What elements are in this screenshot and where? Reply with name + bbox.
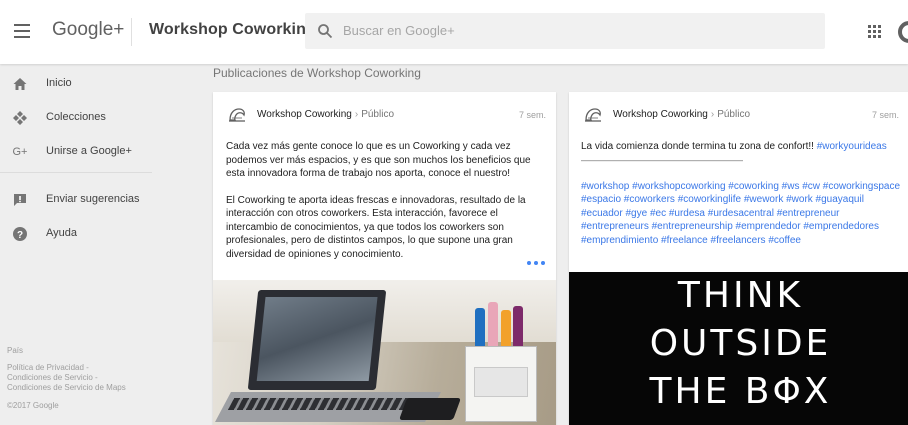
sidebar-item-ayuda[interactable]: ? Ayuda — [0, 220, 165, 248]
hashtag-link[interactable]: #workyourideas — [817, 141, 887, 152]
post-text: La vida comienza donde termina tu zona d… — [581, 140, 907, 247]
privacy-link[interactable]: Política de Privacidad - — [7, 363, 89, 373]
sidebar-item-unirse[interactable]: G+ Unirse a Google+ — [0, 138, 165, 166]
hashtag-list[interactable]: #workshop #workshopcoworking #coworking … — [581, 180, 907, 248]
sidebar-item-label: Inicio — [46, 77, 72, 89]
keyboard-illustration — [227, 398, 425, 410]
section-title: Publicaciones de Workshop Coworking — [213, 66, 421, 80]
home-icon — [13, 78, 27, 90]
post-card: Workshop Coworking › Público 7 sem. La vid… — [569, 92, 908, 425]
post-text: Cada vez más gente conoce lo que es un C… — [226, 140, 544, 274]
sidebar-item-colecciones[interactable]: Colecciones — [0, 104, 165, 132]
pen-illustration — [488, 302, 498, 352]
post-card: Workshop Coworking › Público 7 sem. Cada v… — [213, 92, 556, 425]
visibility-separator: › — [710, 109, 715, 120]
menu-icon[interactable] — [14, 24, 30, 38]
sidebar-item-label: Ayuda — [46, 227, 77, 239]
author-name[interactable]: Workshop Coworking — [613, 109, 708, 120]
laptop-illustration — [247, 290, 387, 390]
google-plus-logo[interactable]: Google+ — [52, 19, 124, 41]
sidebar-item-sugerencias[interactable]: Enviar sugerencias — [0, 186, 165, 214]
account-icon[interactable] — [898, 21, 908, 43]
collections-icon — [13, 111, 27, 125]
apps-icon[interactable] — [868, 25, 882, 39]
post-timestamp[interactable]: 7 sem. — [519, 110, 546, 120]
header-divider — [131, 18, 132, 46]
country-link[interactable]: País — [7, 346, 23, 356]
search-icon — [318, 24, 333, 39]
page-title: Workshop Coworking — [149, 21, 316, 38]
phone-illustration — [398, 398, 462, 420]
author-name[interactable]: Workshop Coworking — [257, 109, 352, 120]
sidebar-divider — [0, 172, 152, 173]
copyright: ©2017 Google — [7, 401, 59, 410]
sidebar-item-label: Unirse a Google+ — [46, 145, 132, 157]
help-icon: ? — [13, 227, 27, 241]
post-photo[interactable] — [213, 280, 556, 425]
cassette-holder-illustration — [465, 346, 537, 422]
image-text-line: OUTSIDE — [649, 323, 832, 364]
more-options-icon[interactable] — [527, 260, 545, 266]
search-placeholder: Buscar en Google+ — [343, 23, 455, 38]
visibility-separator: › — [354, 109, 359, 120]
avatar-icon[interactable] — [583, 106, 603, 124]
post-image[interactable]: THINK OUTSIDE THE BΦX — [569, 272, 908, 425]
post-paragraph: Cada vez más gente conoce lo que es un C… — [226, 141, 531, 179]
post-paragraph: El Coworking te aporta ideas frescas e i… — [226, 194, 526, 260]
post-timestamp[interactable]: 7 sem. — [872, 110, 899, 120]
sidebar: Inicio Colecciones G+ Unirse a Google+ E… — [0, 64, 165, 425]
post-author[interactable]: Workshop Coworking › Público — [613, 109, 750, 120]
post-line: La vida comienza donde termina tu zona d… — [581, 140, 907, 154]
terms-link[interactable]: Condiciones de Servicio - — [7, 373, 98, 383]
post-divider: —————————————————— — [581, 154, 743, 165]
sidebar-item-inicio[interactable]: Inicio — [0, 70, 165, 98]
image-text-line: THE BΦX — [649, 371, 832, 412]
sidebar-item-label: Colecciones — [46, 111, 106, 123]
top-bar: Google+ Workshop Coworking Buscar en Goo… — [0, 0, 908, 64]
sidebar-item-label: Enviar sugerencias — [46, 193, 140, 205]
feedback-icon — [14, 194, 26, 206]
maps-terms-link[interactable]: Condiciones de Servicio de Maps — [7, 383, 126, 393]
svg-text:?: ? — [17, 230, 23, 241]
post-sentence: La vida comienza donde termina tu zona d… — [581, 141, 817, 152]
post-author[interactable]: Workshop Coworking › Público — [257, 109, 394, 120]
search-input[interactable]: Buscar en Google+ — [305, 13, 825, 49]
post-visibility: Público — [361, 109, 395, 120]
google-plus-icon: G+ — [12, 146, 28, 158]
image-text-line: THINK — [677, 275, 804, 316]
post-visibility: Público — [717, 109, 751, 120]
avatar-icon[interactable] — [227, 106, 247, 124]
